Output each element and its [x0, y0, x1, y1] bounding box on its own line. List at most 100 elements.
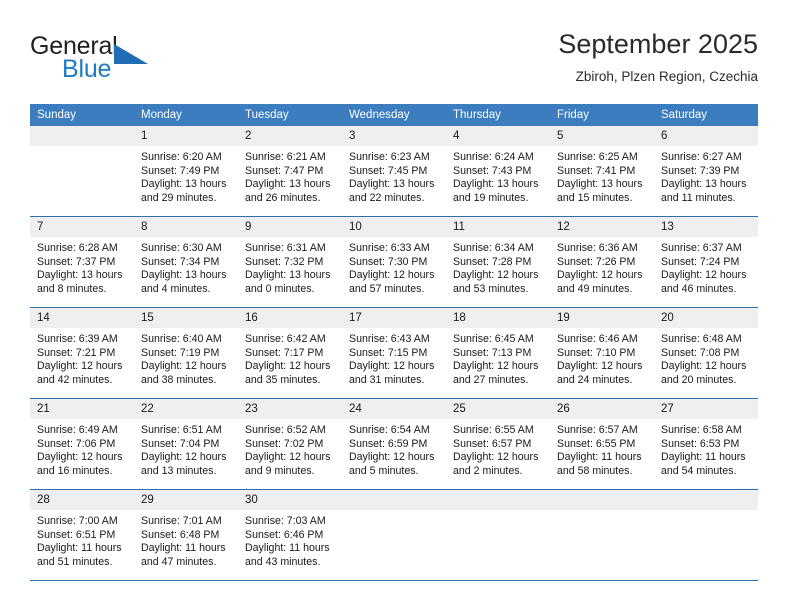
day-cell-empty: [446, 490, 550, 580]
calendar-cell: 5 Sunrise: 6:25 AM Sunset: 7:41 PM Daylight…: [550, 126, 654, 217]
calendar-cell: 15 Sunrise: 6:40 AM Sunset: 7:19 PM Dayligh…: [134, 307, 238, 399]
daylight-text: Daylight: 12 hours and 27 minutes.: [453, 360, 539, 386]
day-cell[interactable]: 21 Sunrise: 6:49 AM Sunset: 7:06 PM Dayligh…: [30, 399, 134, 489]
day-cell[interactable]: 3 Sunrise: 6:23 AM Sunset: 7:45 PM Daylight…: [342, 126, 446, 216]
day-number: 23: [238, 399, 342, 419]
day-cell[interactable]: 13 Sunrise: 6:37 AM Sunset: 7:24 PM Dayligh…: [654, 217, 758, 307]
sunset-text: Sunset: 7:21 PM: [37, 346, 116, 359]
day-details: Sunrise: 6:45 AM Sunset: 7:13 PM Daylight:…: [446, 328, 550, 387]
day-number: 18: [446, 308, 550, 328]
sunset-text: Sunset: 7:02 PM: [245, 437, 324, 450]
day-details: Sunrise: 6:39 AM Sunset: 7:21 PM Daylight:…: [30, 328, 134, 387]
calendar-cell: 29 Sunrise: 7:01 AM Sunset: 6:48 PM Dayligh…: [134, 489, 238, 581]
day-details: Sunrise: 6:43 AM Sunset: 7:15 PM Daylight:…: [342, 328, 446, 387]
day-cell[interactable]: 6 Sunrise: 6:27 AM Sunset: 7:39 PM Daylight…: [654, 126, 758, 216]
daylight-text: Daylight: 11 hours and 47 minutes.: [141, 542, 226, 568]
day-cell[interactable]: 1 Sunrise: 6:20 AM Sunset: 7:49 PM Daylight…: [134, 126, 238, 216]
day-cell[interactable]: 10 Sunrise: 6:33 AM Sunset: 7:30 PM Dayligh…: [342, 217, 446, 307]
sunset-text: Sunset: 7:08 PM: [661, 346, 740, 359]
weekday-header-sunday: Sunday: [30, 104, 134, 126]
sunset-text: Sunset: 7:06 PM: [37, 437, 116, 450]
daylight-text: Daylight: 13 hours and 4 minutes.: [141, 269, 227, 295]
day-number: 14: [30, 308, 134, 328]
day-number: 9: [238, 217, 342, 237]
day-cell[interactable]: 30 Sunrise: 7:03 AM Sunset: 6:46 PM Dayligh…: [238, 490, 342, 580]
day-cell[interactable]: 23 Sunrise: 6:52 AM Sunset: 7:02 PM Dayligh…: [238, 399, 342, 489]
day-cell[interactable]: 22 Sunrise: 6:51 AM Sunset: 7:04 PM Dayligh…: [134, 399, 238, 489]
brand-logo[interactable]: General Blue: [30, 32, 210, 92]
daylight-text: Daylight: 12 hours and 5 minutes.: [349, 451, 435, 477]
calendar-cell: 18 Sunrise: 6:45 AM Sunset: 7:13 PM Dayligh…: [446, 307, 550, 399]
calendar-table: Sunday Monday Tuesday Wednesday Thursday…: [30, 104, 758, 581]
day-cell[interactable]: 5 Sunrise: 6:25 AM Sunset: 7:41 PM Daylight…: [550, 126, 654, 216]
day-cell[interactable]: 26 Sunrise: 6:57 AM Sunset: 6:55 PM Dayligh…: [550, 399, 654, 489]
day-cell[interactable]: 24 Sunrise: 6:54 AM Sunset: 6:59 PM Dayligh…: [342, 399, 446, 489]
day-number: 28: [30, 490, 134, 510]
sunset-text: Sunset: 7:28 PM: [453, 255, 532, 268]
day-number: 17: [342, 308, 446, 328]
day-details: Sunrise: 6:33 AM Sunset: 7:30 PM Daylight:…: [342, 237, 446, 296]
day-cell[interactable]: 16 Sunrise: 6:42 AM Sunset: 7:17 PM Dayligh…: [238, 308, 342, 398]
day-cell[interactable]: 2 Sunrise: 6:21 AM Sunset: 7:47 PM Daylight…: [238, 126, 342, 216]
day-cell[interactable]: 18 Sunrise: 6:45 AM Sunset: 7:13 PM Dayligh…: [446, 308, 550, 398]
sunset-text: Sunset: 7:37 PM: [37, 255, 116, 268]
sunset-text: Sunset: 7:04 PM: [141, 437, 220, 450]
calendar-week-row: 21 Sunrise: 6:49 AM Sunset: 7:06 PM Dayligh…: [30, 398, 758, 490]
calendar-cell: 25 Sunrise: 6:55 AM Sunset: 6:57 PM Dayligh…: [446, 398, 550, 490]
day-cell[interactable]: 27 Sunrise: 6:58 AM Sunset: 6:53 PM Dayligh…: [654, 399, 758, 489]
sunrise-text: Sunrise: 6:40 AM: [141, 333, 222, 345]
day-number: 5: [550, 126, 654, 146]
sunset-text: Sunset: 7:34 PM: [141, 255, 220, 268]
day-cell[interactable]: 14 Sunrise: 6:39 AM Sunset: 7:21 PM Dayligh…: [30, 308, 134, 398]
weekday-header-saturday: Saturday: [654, 104, 758, 126]
sunrise-text: Sunrise: 6:34 AM: [453, 242, 534, 254]
day-details: Sunrise: 6:49 AM Sunset: 7:06 PM Daylight:…: [30, 419, 134, 478]
day-number: [654, 490, 758, 510]
daylight-text: Daylight: 13 hours and 8 minutes.: [37, 269, 123, 295]
daylight-text: Daylight: 13 hours and 19 minutes.: [453, 178, 539, 204]
day-number: 11: [446, 217, 550, 237]
day-details: Sunrise: 6:25 AM Sunset: 7:41 PM Daylight:…: [550, 146, 654, 205]
day-details: Sunrise: 7:00 AM Sunset: 6:51 PM Daylight:…: [30, 510, 134, 569]
daylight-text: Daylight: 13 hours and 22 minutes.: [349, 178, 435, 204]
weekday-header-thursday: Thursday: [446, 104, 550, 126]
day-number: 7: [30, 217, 134, 237]
day-number: 4: [446, 126, 550, 146]
day-details: Sunrise: 6:52 AM Sunset: 7:02 PM Daylight:…: [238, 419, 342, 478]
day-cell[interactable]: 8 Sunrise: 6:30 AM Sunset: 7:34 PM Daylight…: [134, 217, 238, 307]
sunrise-text: Sunrise: 6:33 AM: [349, 242, 430, 254]
sunrise-text: Sunrise: 6:27 AM: [661, 151, 742, 163]
day-details: Sunrise: 6:42 AM Sunset: 7:17 PM Daylight:…: [238, 328, 342, 387]
sunset-text: Sunset: 6:48 PM: [141, 528, 220, 541]
day-details: Sunrise: 6:46 AM Sunset: 7:10 PM Daylight:…: [550, 328, 654, 387]
day-details: Sunrise: 6:37 AM Sunset: 7:24 PM Daylight:…: [654, 237, 758, 296]
day-number: 2: [238, 126, 342, 146]
day-number: [550, 490, 654, 510]
day-number: [446, 490, 550, 510]
day-cell[interactable]: 12 Sunrise: 6:36 AM Sunset: 7:26 PM Dayligh…: [550, 217, 654, 307]
sunset-text: Sunset: 7:32 PM: [245, 255, 324, 268]
calendar-cell: [30, 126, 134, 217]
day-cell[interactable]: 15 Sunrise: 6:40 AM Sunset: 7:19 PM Dayligh…: [134, 308, 238, 398]
sunrise-text: Sunrise: 6:23 AM: [349, 151, 430, 163]
sunset-text: Sunset: 7:24 PM: [661, 255, 740, 268]
day-cell[interactable]: 19 Sunrise: 6:46 AM Sunset: 7:10 PM Dayligh…: [550, 308, 654, 398]
day-cell[interactable]: 20 Sunrise: 6:48 AM Sunset: 7:08 PM Dayligh…: [654, 308, 758, 398]
day-cell[interactable]: 29 Sunrise: 7:01 AM Sunset: 6:48 PM Dayligh…: [134, 490, 238, 580]
calendar-cell: 13 Sunrise: 6:37 AM Sunset: 7:24 PM Dayligh…: [654, 216, 758, 308]
day-details: Sunrise: 6:51 AM Sunset: 7:04 PM Daylight:…: [134, 419, 238, 478]
sunrise-text: Sunrise: 6:49 AM: [37, 424, 118, 436]
day-details: Sunrise: 6:58 AM Sunset: 6:53 PM Daylight:…: [654, 419, 758, 478]
day-cell[interactable]: 11 Sunrise: 6:34 AM Sunset: 7:28 PM Dayligh…: [446, 217, 550, 307]
day-cell[interactable]: 9 Sunrise: 6:31 AM Sunset: 7:32 PM Daylight…: [238, 217, 342, 307]
day-cell[interactable]: 17 Sunrise: 6:43 AM Sunset: 7:15 PM Dayligh…: [342, 308, 446, 398]
day-cell[interactable]: 25 Sunrise: 6:55 AM Sunset: 6:57 PM Dayligh…: [446, 399, 550, 489]
day-details: Sunrise: 6:27 AM Sunset: 7:39 PM Daylight:…: [654, 146, 758, 205]
day-details: Sunrise: 6:48 AM Sunset: 7:08 PM Daylight:…: [654, 328, 758, 387]
daylight-text: Daylight: 13 hours and 15 minutes.: [557, 178, 643, 204]
day-cell[interactable]: 7 Sunrise: 6:28 AM Sunset: 7:37 PM Daylight…: [30, 217, 134, 307]
sunrise-text: Sunrise: 6:31 AM: [245, 242, 326, 254]
day-cell[interactable]: 4 Sunrise: 6:24 AM Sunset: 7:43 PM Daylight…: [446, 126, 550, 216]
day-number: 6: [654, 126, 758, 146]
day-cell[interactable]: 28 Sunrise: 7:00 AM Sunset: 6:51 PM Dayligh…: [30, 490, 134, 580]
